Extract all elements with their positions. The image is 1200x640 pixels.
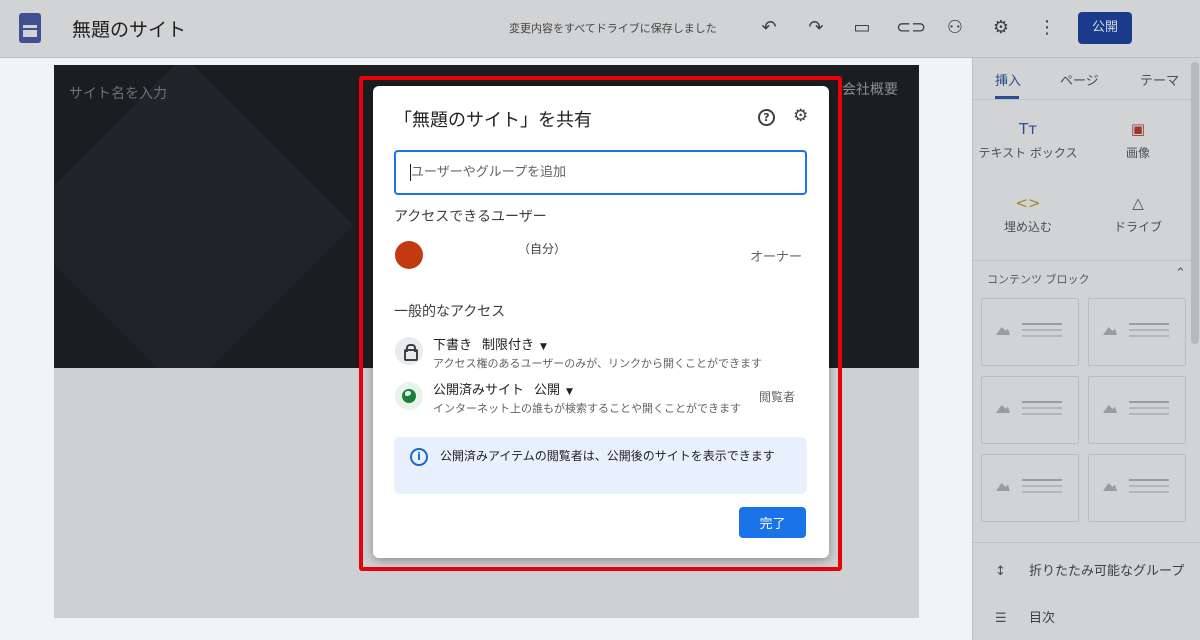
settings-gear-icon[interactable]: ⚙ [989, 16, 1013, 40]
insert-panel: 挿入 ページ テーマ Tт テキスト ボックス ▣ 画像 <> 埋め込む △ ド… [972, 58, 1200, 640]
content-block-tile[interactable] [981, 376, 1079, 444]
users-with-access-heading: アクセスできるユーザー [394, 209, 547, 225]
top-bar: 無題のサイト 変更内容をすべてドライブに保存しました ↶ ↷ ▭ ⊂⊃ ⚇ ⚙ … [0, 0, 1200, 58]
dialog-title: 「無題のサイト」を共有 [394, 110, 592, 131]
content-block-tile[interactable] [981, 454, 1079, 522]
nav-item-company[interactable]: 会社概要 [842, 79, 898, 99]
preview-icon[interactable]: ▭ [850, 16, 874, 40]
published-access-select[interactable]: 公開 [534, 383, 560, 398]
published-title: 公開済みサイト [433, 383, 525, 398]
avatar [395, 241, 423, 269]
insert-text-box[interactable]: Tт テキスト ボックス [973, 120, 1083, 161]
undo-icon[interactable]: ↶ [757, 16, 781, 40]
tab-insert[interactable]: 挿入 [995, 70, 1021, 89]
self-label: （自分） [518, 242, 567, 256]
copy-link-icon[interactable]: ⊂⊃ [896, 16, 926, 40]
owner-role-label: オーナー [750, 250, 803, 265]
draft-access-row[interactable]: 下書き 制限付き ▼ [433, 334, 547, 353]
site-name-field[interactable]: サイト名を入力 [69, 83, 167, 103]
insert-embed[interactable]: <> 埋め込む [973, 194, 1083, 235]
insert-collapsible-group[interactable]: ↕ 折りたたみ可能なグループ [995, 560, 1184, 579]
insert-drive[interactable]: △ ドライブ [1083, 194, 1193, 235]
insert-image[interactable]: ▣ 画像 [1083, 120, 1193, 161]
image-icon: ▣ [1130, 120, 1146, 138]
share-dialog: 「無題のサイト」を共有 ? ⚙ アクセスできるユーザー （自分） オーナー 一般… [373, 86, 829, 558]
publish-button[interactable]: 公開 [1078, 12, 1132, 44]
save-status: 変更内容をすべてドライブに保存しました [509, 22, 717, 35]
text-box-icon: Tт [1019, 120, 1037, 138]
sharing-settings-gear-icon[interactable]: ⚙ [793, 106, 808, 126]
redo-icon[interactable]: ↷ [804, 16, 828, 40]
dropdown-arrow-icon[interactable]: ▼ [566, 387, 573, 397]
draft-title: 下書き [433, 338, 473, 353]
divider [973, 542, 1200, 543]
tab-pages[interactable]: ページ [1060, 70, 1099, 89]
divider [973, 260, 1200, 261]
sites-logo-icon[interactable] [19, 13, 41, 43]
info-icon: i [410, 448, 428, 466]
content-block-tile[interactable] [1088, 298, 1186, 366]
text-cursor [410, 164, 411, 181]
draft-access-description: アクセス権のあるユーザーのみが、リンクから開くことができます [433, 357, 763, 370]
add-people-input[interactable] [394, 150, 807, 195]
site-title[interactable]: 無題のサイト [72, 15, 186, 42]
embed-icon: <> [1015, 194, 1041, 212]
panel-scrollbar[interactable] [1191, 62, 1199, 344]
share-add-person-icon[interactable]: ⚇ [943, 16, 967, 40]
chevron-up-icon[interactable]: ⌃ [1175, 266, 1186, 281]
general-access-heading: 一般的なアクセス [394, 304, 506, 320]
globe-icon [395, 382, 423, 410]
published-access-row[interactable]: 公開済みサイト 公開 ▼ [433, 379, 573, 398]
info-text: 公開済みアイテムの閲覧者は、公開後のサイトを表示できます [440, 449, 775, 463]
published-access-description: インターネット上の誰もが検索することや開くことができます [433, 402, 741, 415]
collapsible-group-icon: ↕ [995, 564, 1006, 579]
info-banner: i 公開済みアイテムの閲覧者は、公開後のサイトを表示できます [394, 437, 807, 494]
content-block-tile[interactable] [1088, 376, 1186, 444]
content-blocks-heading: コンテンツ ブロック [987, 273, 1090, 286]
more-options-icon[interactable]: ⋮ [1035, 16, 1059, 40]
content-block-tile[interactable] [1088, 454, 1186, 522]
lock-icon [395, 337, 423, 365]
viewer-role-label: 閲覧者 [759, 390, 796, 404]
table-of-contents-icon: ☰ [995, 611, 1007, 626]
drive-icon: △ [1132, 194, 1144, 212]
insert-table-of-contents[interactable]: ☰ 目次 [995, 607, 1055, 626]
banner-graphic [54, 65, 354, 368]
divider [973, 99, 1200, 100]
tab-themes[interactable]: テーマ [1140, 70, 1179, 89]
done-button[interactable]: 完了 [739, 507, 806, 538]
help-icon[interactable]: ? [758, 109, 775, 126]
dropdown-arrow-icon[interactable]: ▼ [540, 342, 547, 352]
draft-access-select[interactable]: 制限付き [482, 338, 534, 353]
content-block-tile[interactable] [981, 298, 1079, 366]
